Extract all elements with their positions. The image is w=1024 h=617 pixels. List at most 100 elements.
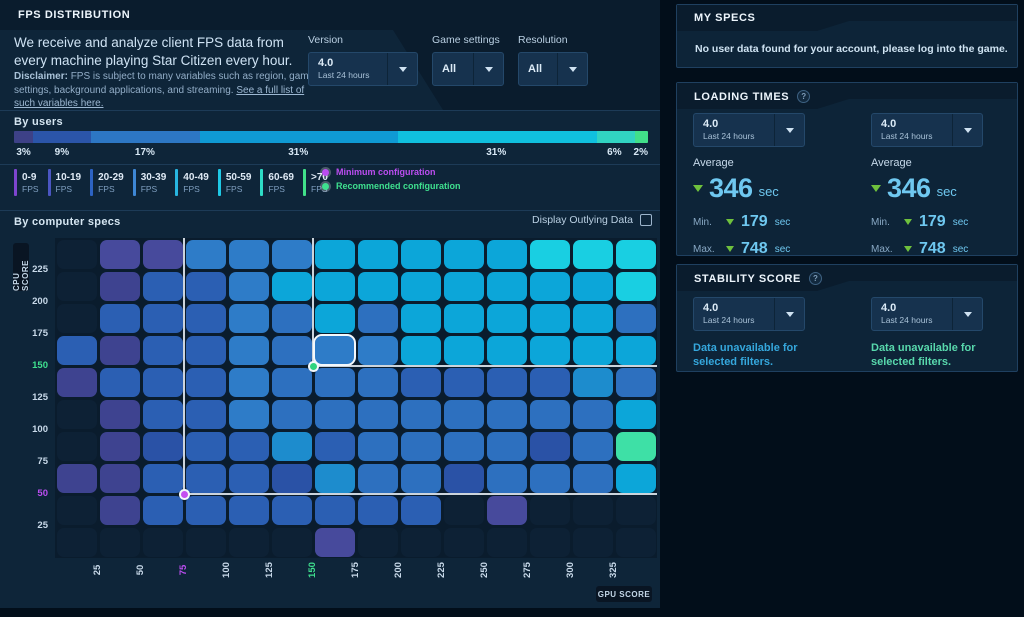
heatmap-cell[interactable]	[100, 432, 140, 461]
heatmap-cell[interactable]	[143, 336, 183, 365]
heatmap-cell[interactable]	[57, 464, 97, 493]
heatmap-cell[interactable]	[100, 464, 140, 493]
heatmap-cell[interactable]	[530, 272, 570, 301]
heatmap-cell[interactable]	[186, 528, 226, 557]
heatmap-cell[interactable]	[444, 496, 484, 525]
heatmap-cell[interactable]	[358, 464, 398, 493]
heatmap-cell[interactable]	[315, 272, 355, 301]
heatmap-cell[interactable]	[358, 368, 398, 397]
heatmap-cell[interactable]	[358, 336, 398, 365]
heatmap-cell[interactable]	[358, 432, 398, 461]
heatmap-cell[interactable]	[616, 496, 656, 525]
heatmap-cell[interactable]	[229, 464, 269, 493]
heatmap-cell[interactable]	[487, 336, 527, 365]
heatmap-cell[interactable]	[57, 368, 97, 397]
heatmap-cell[interactable]	[272, 272, 312, 301]
highlighted-cell[interactable]	[313, 334, 356, 366]
heatmap-cell[interactable]	[401, 528, 441, 557]
chevron-down-icon[interactable]	[952, 298, 982, 330]
heatmap-cell[interactable]	[401, 464, 441, 493]
heatmap-cell[interactable]	[143, 496, 183, 525]
heatmap-cell[interactable]	[444, 368, 484, 397]
heatmap-cell[interactable]	[573, 368, 613, 397]
heatmap-cell[interactable]	[573, 240, 613, 269]
heatmap-cell[interactable]	[401, 368, 441, 397]
heatmap-cell[interactable]	[315, 304, 355, 333]
heatmap-cell[interactable]	[186, 304, 226, 333]
heatmap-cell[interactable]	[530, 432, 570, 461]
heatmap-cell[interactable]	[616, 304, 656, 333]
heatmap-cell[interactable]	[315, 432, 355, 461]
heatmap-cell[interactable]	[57, 272, 97, 301]
heatmap-cell[interactable]	[444, 400, 484, 429]
heatmap-cell[interactable]	[100, 272, 140, 301]
chevron-down-icon[interactable]	[774, 298, 804, 330]
heatmap-cell[interactable]	[487, 272, 527, 301]
heatmap-cell[interactable]	[229, 400, 269, 429]
heatmap-cell[interactable]	[401, 240, 441, 269]
heatmap-cell[interactable]	[530, 368, 570, 397]
heatmap-cell[interactable]	[100, 528, 140, 557]
heatmap-cell[interactable]	[487, 496, 527, 525]
heatmap-cell[interactable]	[616, 368, 656, 397]
heatmap-cell[interactable]	[143, 272, 183, 301]
heatmap-cell[interactable]	[530, 400, 570, 429]
heatmap-cell[interactable]	[573, 272, 613, 301]
outlier-checkbox[interactable]	[640, 214, 652, 226]
resolution-dropdown[interactable]: All	[518, 52, 588, 86]
heatmap-cell[interactable]	[401, 432, 441, 461]
heatmap-cell[interactable]	[272, 368, 312, 397]
heatmap-cell[interactable]	[616, 272, 656, 301]
heatmap-cell[interactable]	[100, 400, 140, 429]
heatmap-cell[interactable]	[315, 240, 355, 269]
heatmap-cell[interactable]	[530, 528, 570, 557]
heatmap-cell[interactable]	[57, 432, 97, 461]
loading-times-dropdown[interactable]: 4.0 Last 24 hours	[871, 113, 983, 147]
heatmap-cell[interactable]	[616, 400, 656, 429]
heatmap-cell[interactable]	[401, 496, 441, 525]
heatmap-cell[interactable]	[487, 368, 527, 397]
heatmap-cell[interactable]	[100, 336, 140, 365]
heatmap-cell[interactable]	[358, 496, 398, 525]
heatmap-cell[interactable]	[315, 400, 355, 429]
heatmap-cell[interactable]	[573, 496, 613, 525]
heatmap-cell[interactable]	[444, 240, 484, 269]
chevron-down-icon[interactable]	[473, 53, 503, 85]
heatmap-cell[interactable]	[616, 336, 656, 365]
heatmap-cell[interactable]	[530, 464, 570, 493]
heatmap-cell[interactable]	[229, 304, 269, 333]
heatmap-cell[interactable]	[487, 304, 527, 333]
heatmap-cell[interactable]	[487, 464, 527, 493]
heatmap-cell[interactable]	[530, 496, 570, 525]
heatmap-cell[interactable]	[358, 304, 398, 333]
heatmap-cell[interactable]	[573, 464, 613, 493]
heatmap-cell[interactable]	[401, 336, 441, 365]
help-icon[interactable]: ?	[809, 272, 822, 285]
heatmap-cell[interactable]	[143, 528, 183, 557]
loading-times-dropdown[interactable]: 4.0 Last 24 hours	[693, 113, 805, 147]
heatmap-cell[interactable]	[444, 336, 484, 365]
heatmap-cell[interactable]	[616, 432, 656, 461]
heatmap-cell[interactable]	[487, 528, 527, 557]
heatmap-cell[interactable]	[358, 400, 398, 429]
heatmap-cell[interactable]	[487, 240, 527, 269]
heatmap-cell[interactable]	[143, 368, 183, 397]
heatmap-cell[interactable]	[143, 432, 183, 461]
heatmap-cell[interactable]	[573, 432, 613, 461]
heatmap-cell[interactable]	[186, 240, 226, 269]
heatmap-cell[interactable]	[358, 528, 398, 557]
help-icon[interactable]: ?	[797, 90, 810, 103]
heatmap-cell[interactable]	[143, 304, 183, 333]
heatmap-cell[interactable]	[186, 432, 226, 461]
heatmap-cell[interactable]	[143, 400, 183, 429]
chevron-down-icon[interactable]	[774, 114, 804, 146]
heatmap-cell[interactable]	[401, 400, 441, 429]
heatmap-cell[interactable]	[573, 304, 613, 333]
heatmap-cell[interactable]	[186, 400, 226, 429]
stability-dropdown[interactable]: 4.0 Last 24 hours	[871, 297, 983, 331]
chevron-down-icon[interactable]	[557, 53, 587, 85]
heatmap-cell[interactable]	[57, 496, 97, 525]
heatmap-cell[interactable]	[229, 432, 269, 461]
heatmap-cell[interactable]	[573, 336, 613, 365]
heatmap-cell[interactable]	[229, 528, 269, 557]
